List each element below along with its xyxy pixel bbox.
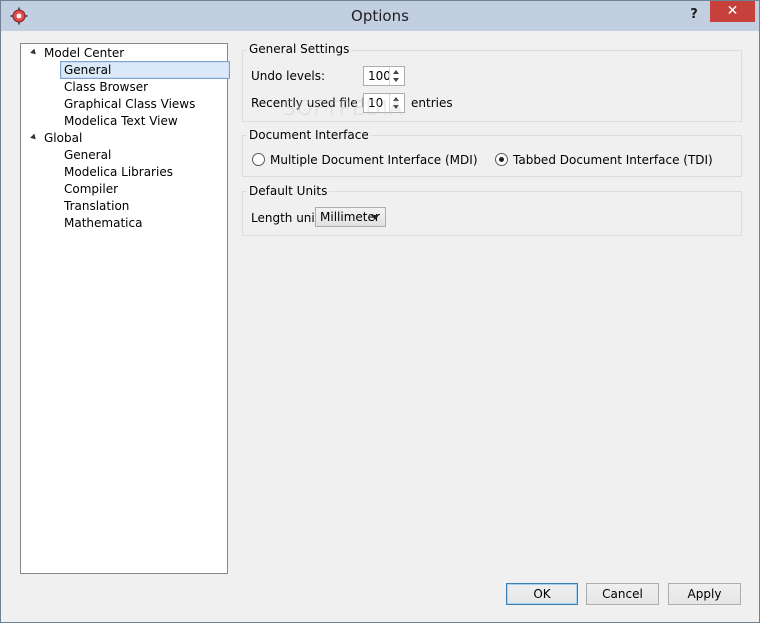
tree-item-mathematica[interactable]: Mathematica bbox=[64, 215, 142, 231]
default-units-title: Default Units bbox=[247, 184, 330, 198]
mdi-label[interactable]: Multiple Document Interface (MDI) bbox=[270, 153, 478, 167]
undo-levels-label: Undo levels: bbox=[251, 69, 325, 83]
general-settings-title: General Settings bbox=[247, 42, 352, 56]
tree-item-modelica-libraries[interactable]: Modelica Libraries bbox=[64, 164, 173, 180]
tree-group-model-center[interactable]: Model Center bbox=[44, 45, 124, 61]
general-settings-group bbox=[242, 50, 742, 122]
chevron-down-icon[interactable] bbox=[371, 215, 379, 220]
undo-levels-spinbox[interactable]: 100 bbox=[363, 66, 405, 86]
spin-arrows-icon[interactable] bbox=[389, 67, 404, 85]
mdi-radio[interactable] bbox=[252, 153, 265, 166]
tdi-radio[interactable] bbox=[495, 153, 508, 166]
tree-item-compiler[interactable]: Compiler bbox=[64, 181, 118, 197]
options-tree[interactable]: Model Center General Class Browser Graph… bbox=[20, 43, 230, 574]
tree-item-translation[interactable]: Translation bbox=[64, 198, 129, 214]
tdi-label[interactable]: Tabbed Document Interface (TDI) bbox=[513, 153, 713, 167]
document-interface-title: Document Interface bbox=[247, 128, 371, 142]
recent-files-suffix: entries bbox=[411, 96, 453, 110]
expanded-arrow-icon[interactable] bbox=[30, 133, 38, 142]
expanded-arrow-icon[interactable] bbox=[30, 48, 38, 57]
tree-item-model-center-general[interactable]: General bbox=[60, 61, 230, 79]
cancel-button[interactable]: Cancel bbox=[586, 583, 659, 605]
tree-item-class-browser[interactable]: Class Browser bbox=[64, 79, 148, 95]
tree-group-global[interactable]: Global bbox=[44, 130, 82, 146]
recent-files-value: 10 bbox=[368, 96, 384, 110]
length-unit-combobox[interactable]: Millimeter bbox=[315, 207, 386, 227]
tree-item-global-general[interactable]: General bbox=[64, 147, 111, 163]
tree-item-modelica-text-view[interactable]: Modelica Text View bbox=[64, 113, 178, 129]
length-unit-label: Length unit: bbox=[251, 211, 324, 225]
apply-button[interactable]: Apply bbox=[668, 583, 741, 605]
close-button[interactable]: ✕ bbox=[710, 1, 755, 22]
undo-levels-value: 100 bbox=[368, 69, 391, 83]
window-title: Options bbox=[351, 7, 409, 25]
options-window: Options ? ✕ Model Center General Class B… bbox=[0, 0, 760, 623]
title-bar: Options ? ✕ bbox=[1, 1, 759, 31]
spin-arrows-icon[interactable] bbox=[389, 94, 404, 112]
recent-files-spinbox[interactable]: 10 bbox=[363, 93, 405, 113]
help-button[interactable]: ? bbox=[684, 4, 704, 26]
ok-button[interactable]: OK bbox=[506, 583, 578, 605]
tree-item-graphical-class-views[interactable]: Graphical Class Views bbox=[64, 96, 195, 112]
